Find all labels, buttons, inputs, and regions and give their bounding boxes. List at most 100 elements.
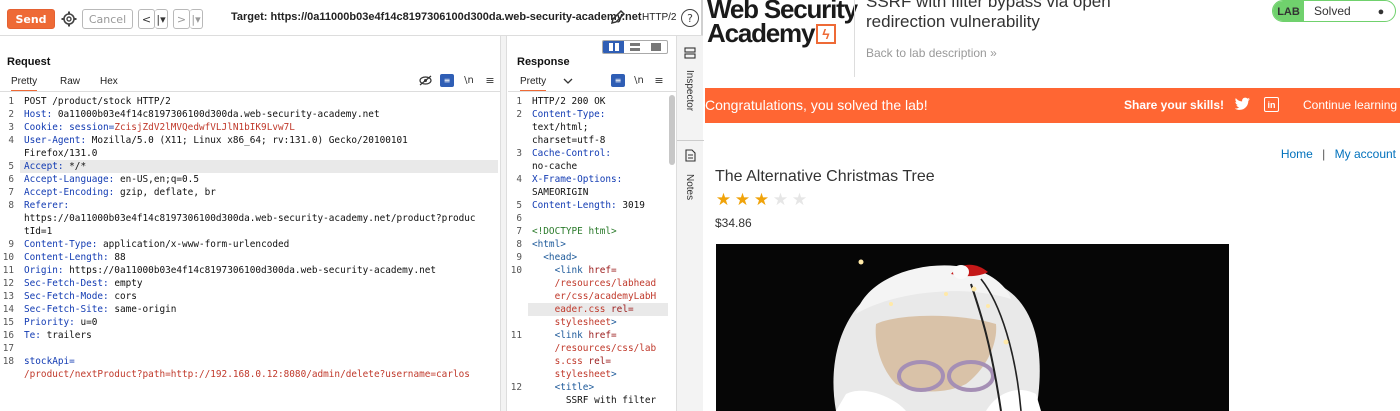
twitter-icon[interactable] [1234,97,1251,113]
continue-learning-link[interactable]: Continue learning [1303,98,1397,112]
history-back-dropdown[interactable]: |▾ [155,9,168,29]
newline-toggle[interactable]: \n [462,74,476,87]
back-link-label: Back to lab description [866,46,987,60]
code-line: <link href= [532,264,617,277]
line-number: 2 [516,109,522,120]
layout-tabs-icon[interactable] [646,41,667,53]
notes-icon[interactable] [683,148,697,162]
response-menu-icon[interactable]: ≡ [653,74,665,87]
congratulations-text: Congratulations, you solved the lab! [705,97,928,113]
line-number: 9 [8,239,14,250]
code-line: /resources/css/lab [532,342,657,355]
response-viewer[interactable]: 1 HTTP/2 200 OK 2 Content-Type: text/html; ch… [508,93,668,411]
my-account-link[interactable]: My account [1335,147,1396,161]
code-line: Content-Type: application/x-www-form-url… [24,238,289,251]
word-wrap-icon[interactable]: ≡ [440,74,454,87]
code-token: Accept: [24,161,70,172]
line-number: 10 [2,252,14,263]
word-wrap-icon[interactable]: ≡ [611,74,625,87]
code-token: 3019 [622,200,645,211]
line-number: 5 [516,200,522,211]
edit-target-icon[interactable] [609,8,627,26]
code-line: Origin: https://0a11000b03e4f14c81973061… [24,264,436,277]
protocol-label[interactable]: HTTP/2 [642,12,676,23]
code-token: Firefox/131.0 [24,148,98,159]
line-number: 15 [2,317,14,328]
request-menu-icon[interactable]: ≡ [484,74,496,87]
code-line: /resources/labhead [532,277,657,290]
newline-toggle[interactable]: \n [632,74,646,87]
line-number: 1 [516,96,522,107]
code-token: ZcisjZdV2lMVQedwfVLJlN1bIK9Lvw7L [114,122,295,133]
code-line: s.css rel= [532,355,611,368]
code-token: Accept-Encoding: [24,187,120,198]
panel-splitter[interactable] [500,36,507,411]
response-scrollbar[interactable] [669,95,675,165]
code-token: /resources/css/lab [532,343,657,354]
code-line: tId=1 [24,225,52,238]
code-token: https://0a11000b03e4f14c8197306100d300da… [24,213,476,224]
history-back-button[interactable]: < [138,9,155,29]
linkedin-icon[interactable]: in [1264,97,1279,112]
tab-request-raw[interactable]: Raw [60,76,80,87]
tab-inspector[interactable]: Inspector [684,70,695,111]
layout-toggle[interactable] [602,40,668,54]
line-number: 9 [516,252,522,263]
code-line: Sec-Fetch-Site: same-origin [24,303,176,316]
line-number: 1 [8,96,14,107]
tab-response-pretty[interactable]: Pretty [520,76,547,92]
code-token: HTTP/2 200 OK [532,96,606,107]
cancel-button[interactable]: Cancel [82,9,133,29]
request-scrollbar[interactable] [493,180,499,181]
line-number: 18 [2,356,14,367]
repeater-toolbar: Send Cancel < |▾ > |▾ Target: https://0a… [0,0,703,36]
code-line: Accept-Encoding: gzip, deflate, br [24,186,216,199]
star-empty-icon: ★ [791,190,808,209]
layout-side-by-side-icon[interactable] [603,41,625,53]
code-token: <title> [532,382,595,393]
code-line: eader.css rel= [532,303,634,316]
gear-icon[interactable] [60,9,78,29]
tab-request-pretty[interactable]: Pretty [11,76,38,92]
logo-mark-icon: ϟ [816,24,836,44]
inspector-icon[interactable] [683,46,697,60]
code-token: SSRF with filter [532,395,657,406]
hide-nonprintable-icon[interactable] [418,74,432,87]
code-token: Content-Type: [532,109,606,120]
code-token: u=0 [80,317,98,328]
tab-notes[interactable]: Notes [684,174,695,200]
history-forward-button[interactable]: > [173,9,190,29]
request-editor[interactable]: 1 POST /product/stock HTTP/2 2 Host: 0a1100… [0,93,498,411]
code-token: s.css [532,356,589,367]
help-icon[interactable]: ? [681,9,699,27]
layout-stacked-icon[interactable] [624,41,645,53]
code-token: <link [532,265,589,276]
code-token: Content-Type: [24,239,104,250]
code-token: Cache-Control: [532,148,612,159]
code-line: Host: 0a11000b03e4f14c8197306100d300da.w… [24,108,380,121]
line-number: 8 [8,200,14,211]
line-number: 7 [516,226,522,237]
send-button[interactable]: Send [7,9,55,29]
response-title: Response [517,56,570,68]
code-token: Mozilla/5.0 (X11; Linux x86_64; rv:131.0… [91,135,408,146]
code-token: /product/nextProduct?path=http://192.168… [24,369,470,380]
code-token: Cookie: [24,122,70,133]
code-line: <link href= [532,329,617,342]
lab-status-badge: LAB Solved ● [1272,0,1396,22]
code-token: /resources/labhead [532,278,657,289]
line-number: 4 [516,174,522,185]
code-line: charset=utf-8 [532,134,605,147]
tab-request-hex[interactable]: Hex [100,76,118,87]
code-line: Accept: */* [24,160,86,173]
code-line: stockApi= [24,355,75,368]
history-forward-dropdown[interactable]: |▾ [190,9,203,29]
home-link[interactable]: Home [1281,147,1313,161]
chevron-down-icon[interactable] [562,74,574,87]
code-token: rel= [611,304,634,315]
code-token: 88 [114,252,126,263]
code-token: */* [69,161,87,172]
code-line: HTTP/2 200 OK [532,95,605,108]
back-to-lab-description-link[interactable]: Back to lab description » [866,46,997,60]
web-security-academy-logo[interactable]: Web Security Academy ϟ [705,0,858,50]
